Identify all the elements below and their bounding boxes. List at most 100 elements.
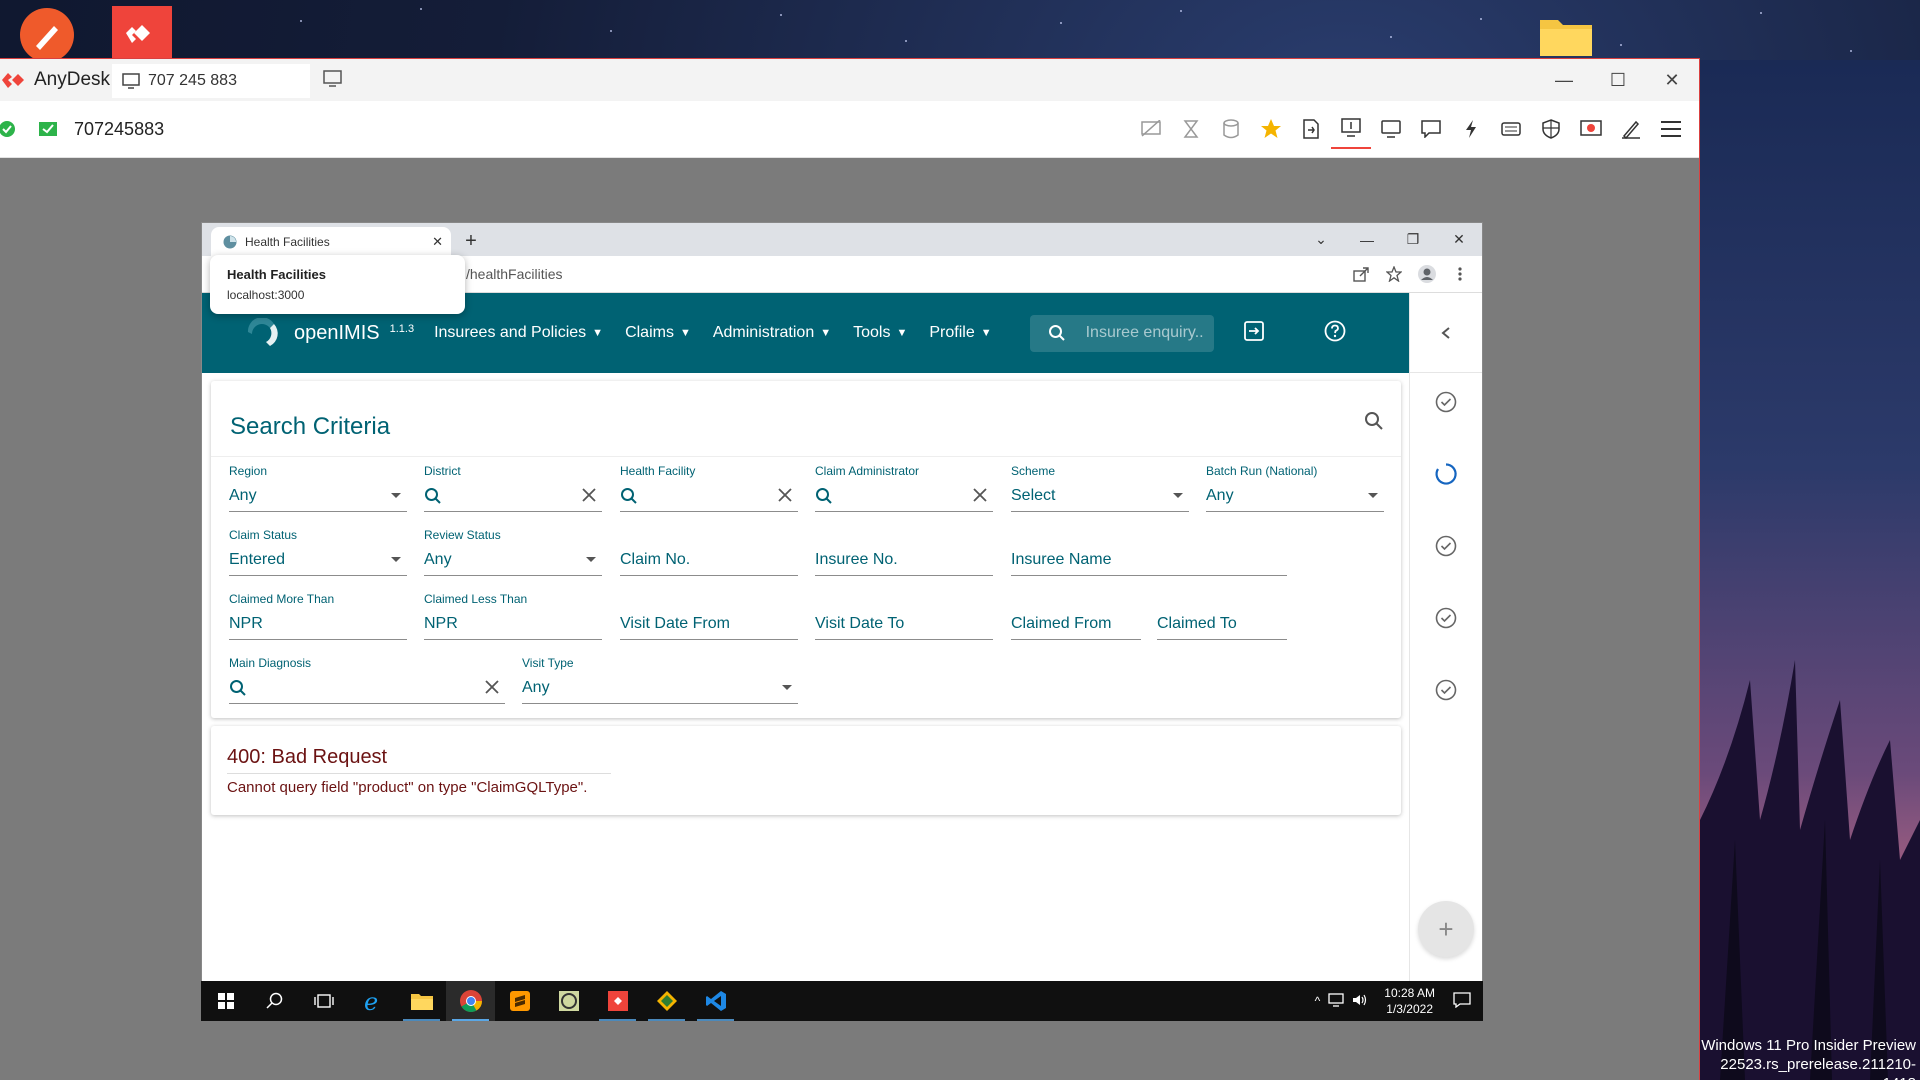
main-diagnosis-picker[interactable]: Main Diagnosis — [229, 656, 505, 704]
tab-close-icon[interactable]: ✕ — [432, 234, 443, 250]
chrome-minimize-button[interactable]: — — [1344, 223, 1390, 256]
nav-profile[interactable]: Profile ▼ — [929, 324, 991, 342]
taskbar-clock[interactable]: 10:28 AM 1/3/2022 — [1384, 985, 1435, 1017]
desktop-folder-icon[interactable] — [1538, 14, 1594, 63]
vscode-icon[interactable] — [691, 981, 740, 1021]
claim-no-input[interactable]: Claim No. — [620, 528, 798, 576]
clear-icon[interactable] — [774, 484, 796, 511]
permissions-shield-icon[interactable] — [1531, 109, 1571, 149]
chrome-icon[interactable] — [446, 981, 495, 1021]
new-session-icon[interactable] — [322, 68, 344, 93]
field-value: NPR — [229, 614, 263, 632]
profile-avatar-icon[interactable] — [1410, 259, 1443, 289]
file-explorer-icon[interactable] — [397, 981, 446, 1021]
start-windows-icon[interactable] — [201, 981, 250, 1021]
database-icon[interactable] — [1211, 109, 1251, 149]
display-icon[interactable] — [1371, 109, 1411, 149]
clear-icon[interactable] — [578, 484, 600, 511]
new-tab-button[interactable]: + — [457, 227, 485, 256]
bookmark-star-icon[interactable] — [1377, 259, 1410, 289]
chat-icon[interactable] — [1411, 109, 1451, 149]
claim-status-select[interactable]: Claim Status Entered — [229, 528, 407, 576]
app-c-icon[interactable] — [544, 981, 593, 1021]
internet-explorer-icon[interactable]: e — [348, 981, 397, 1021]
claimed-less-than-input[interactable]: Claimed Less Than NPR — [424, 592, 602, 640]
panel-collapse-chevron-icon[interactable] — [1410, 293, 1482, 373]
nav-insurees-and-policies[interactable]: Insurees and Policies ▼ — [434, 324, 603, 342]
field-label: Health Facility — [620, 464, 696, 478]
district-picker[interactable]: District — [424, 464, 602, 512]
region-select[interactable]: Region Any — [229, 464, 407, 512]
record-icon[interactable] — [1571, 109, 1611, 149]
chrome-restore-button[interactable]: ❐ — [1390, 223, 1436, 256]
taskbar-search-icon[interactable] — [250, 981, 299, 1021]
claimed-to-input[interactable]: Claimed To — [1157, 592, 1287, 640]
logout-icon[interactable] — [1243, 320, 1264, 346]
check-circle-icon[interactable] — [1434, 390, 1458, 414]
close-button[interactable]: ✕ — [1645, 59, 1699, 101]
kebab-menu-icon[interactable] — [1443, 259, 1476, 289]
check-circle-icon[interactable] — [1434, 678, 1458, 702]
anydesk-session-tab[interactable]: 707 245 883 — [112, 64, 310, 98]
file-transfer-icon[interactable] — [1291, 109, 1331, 149]
chrome-close-button[interactable]: ✕ — [1436, 223, 1482, 256]
sublime-text-icon[interactable] — [495, 981, 544, 1021]
search-icon[interactable] — [1364, 411, 1384, 436]
openimis-brand[interactable]: openIMIS 1.1.3 — [244, 318, 414, 348]
privacy-icon[interactable] — [1131, 109, 1171, 149]
search-criteria-title: Search Criteria — [230, 413, 391, 440]
field-label: Main Diagnosis — [229, 656, 312, 670]
tray-chevron-up-icon[interactable]: ^ — [1315, 994, 1321, 1008]
insuree-no-input[interactable]: Insuree No. — [815, 528, 993, 576]
clear-icon[interactable] — [969, 484, 991, 511]
check-circle-icon[interactable] — [1434, 606, 1458, 630]
remote-address[interactable]: 707245883 — [74, 119, 164, 140]
search-criteria-card: Search Criteria Region Any District Heal… — [211, 381, 1401, 718]
visit-date-to-input[interactable]: Visit Date To — [815, 592, 993, 640]
minimize-button[interactable]: — — [1537, 59, 1591, 101]
scheme-select[interactable]: Scheme Select — [1011, 464, 1189, 512]
insuree-enquiry-search[interactable]: Insuree enquiry.. — [1029, 314, 1214, 352]
git-kraken-icon[interactable] — [642, 981, 691, 1021]
loading-spinner-icon — [1434, 462, 1458, 486]
task-view-icon[interactable] — [299, 981, 348, 1021]
add-claim-fab-button[interactable]: + — [1418, 901, 1474, 957]
actions-bolt-icon[interactable] — [1451, 109, 1491, 149]
chrome-window-controls: ⌄ — ❐ ✕ — [1298, 223, 1482, 256]
right-side-panel: + — [1409, 293, 1482, 984]
nav-administration[interactable]: Administration ▼ — [713, 324, 831, 342]
clear-icon[interactable] — [481, 676, 503, 703]
visit-date-from-input[interactable]: Visit Date From — [620, 592, 798, 640]
url-text[interactable]: /healthFacilities — [466, 266, 563, 282]
claimed-more-than-input[interactable]: Claimed More Than NPR — [229, 592, 407, 640]
volume-icon[interactable] — [1352, 993, 1368, 1010]
claim-administrator-picker[interactable]: Claim Administrator — [815, 464, 993, 512]
share-icon[interactable] — [1344, 259, 1377, 289]
anydesk-taskbar-icon[interactable] — [593, 981, 642, 1021]
favorite-star-icon[interactable] — [1251, 109, 1291, 149]
desktop-anydesk-icon[interactable] — [112, 6, 172, 65]
nav-tools[interactable]: Tools ▼ — [853, 324, 907, 342]
whiteboard-pen-icon[interactable] — [1611, 109, 1651, 149]
tab-search-chevron-icon[interactable]: ⌄ — [1298, 223, 1344, 256]
nav-claims[interactable]: Claims ▼ — [625, 324, 691, 342]
chrome-tab-health-facilities[interactable]: Health Facilities ✕ — [211, 227, 451, 256]
network-icon[interactable] — [1328, 992, 1344, 1010]
visit-type-select[interactable]: Visit Type Any — [522, 656, 798, 704]
health-facility-picker[interactable]: Health Facility — [620, 464, 798, 512]
menu-hamburger-icon[interactable] — [1651, 109, 1691, 149]
claimed-from-input[interactable]: Claimed From — [1011, 592, 1141, 640]
check-circle-icon[interactable] — [1434, 534, 1458, 558]
monitor-select-icon[interactable] — [1331, 109, 1371, 149]
help-icon[interactable] — [1324, 320, 1346, 347]
insuree-name-input[interactable]: Insuree Name — [1011, 528, 1287, 576]
hourglass-icon[interactable] — [1171, 109, 1211, 149]
batch-run-select[interactable]: Batch Run (National) Any — [1206, 464, 1384, 512]
review-status-select[interactable]: Review Status Any — [424, 528, 602, 576]
maximize-button[interactable]: ☐ — [1591, 59, 1645, 101]
error-card: 400: Bad Request Cannot query field "pro… — [211, 726, 1401, 815]
keyboard-icon[interactable] — [1491, 109, 1531, 149]
notifications-icon[interactable] — [1453, 991, 1471, 1011]
chevron-down-icon: ▼ — [820, 327, 832, 339]
openimis-logo-icon — [247, 318, 278, 346]
